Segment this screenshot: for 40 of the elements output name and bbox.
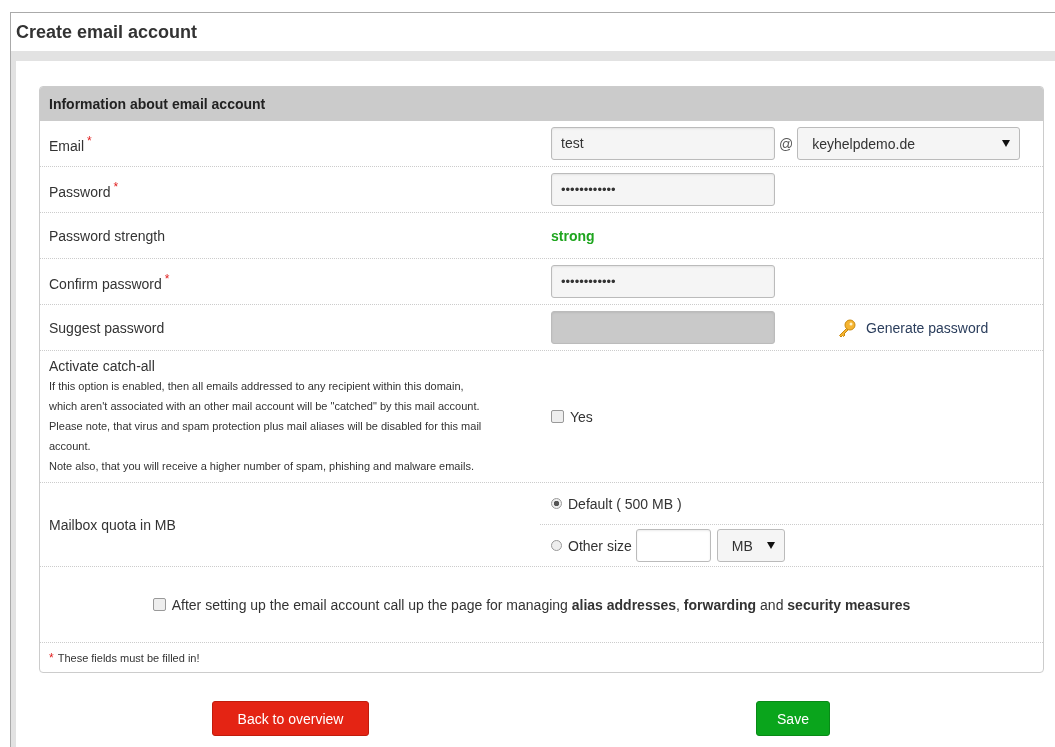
field-label: Mailbox quota in MB [49,516,176,533]
email-field[interactable]: test [551,127,775,160]
radio-label: Other size [568,537,632,554]
password-field[interactable]: •••••••••••• [551,265,775,298]
generate-password-link[interactable]: Generate password [866,319,989,336]
unit-select[interactable]: MB [716,529,785,562]
password-strength: strong [551,227,595,244]
field-label: Suggest password [49,319,165,336]
checkbox[interactable] [551,410,564,423]
checkbox[interactable] [152,598,166,611]
at-sign: @ [779,135,794,152]
field-label: Password [49,183,111,200]
size-field[interactable] [635,529,711,562]
key-icon[interactable] [837,317,857,338]
help-text: which aren't associated with an other mail account will be "catched" by this mail account. [49,399,481,414]
required-mark: * [49,650,54,665]
field-label: Email [49,137,84,154]
field-label: Confirm password [49,275,162,292]
required-mark: * [164,271,170,286]
dropdown-arrow-icon [766,542,775,549]
required-mark: * [87,133,92,148]
required-mark: * [113,179,119,194]
section-title: Information about email account [40,87,1043,121]
password-field[interactable]: •••••••••••• [551,173,775,206]
page-title: Create email account [16,21,198,43]
domain-select[interactable]: keyhelpdemo.de [797,127,1021,160]
back-button[interactable]: Back to overview [212,701,369,736]
help-text: Please note, that virus and spam protection plus mail aliases will be disabled for this mail [49,419,483,434]
radio-button[interactable] [551,540,562,551]
dropdown-arrow-icon [1002,140,1011,147]
radio-button[interactable] [551,498,562,509]
help-text: Note also, that you will receive a higher number of spam, phishing and malware emails. [49,459,475,474]
checkbox-label: After setting up the email account call up the page for managing alias addresses, forwarding and security measures [171,596,911,613]
help-text: If this option is enabled, then all emails addressed to any recipient within this domain, [49,379,465,394]
radio-label: Default ( 500 MB ) [568,495,682,512]
field-label: Password strength [49,227,165,244]
footnote: These fields must be filled in! [57,651,200,664]
field-label: Activate catch-all [49,358,155,374]
checkbox-label: Yes [570,408,593,425]
help-text: account. [49,439,92,454]
